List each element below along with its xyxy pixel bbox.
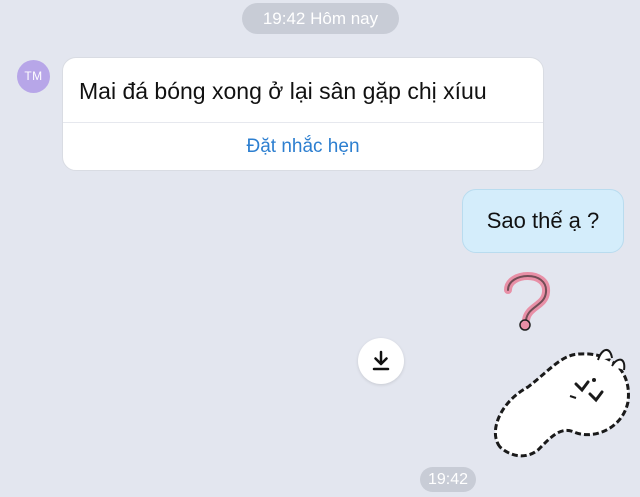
chat-view: 19:42 Hôm nay TM Mai đá bóng xong ở lại … bbox=[0, 0, 640, 497]
bunny-icon bbox=[493, 352, 630, 458]
sticker-image bbox=[493, 272, 630, 458]
message-timestamp: 19:42 bbox=[420, 467, 476, 492]
download-icon bbox=[372, 350, 390, 371]
outgoing-message[interactable]: Sao thế ạ ? bbox=[462, 189, 624, 253]
set-reminder-button[interactable]: Đặt nhắc hẹn bbox=[63, 123, 543, 170]
download-button[interactable] bbox=[358, 338, 404, 384]
avatar[interactable]: TM bbox=[17, 60, 50, 93]
question-mark-icon bbox=[504, 272, 550, 324]
incoming-message[interactable]: Mai đá bóng xong ở lại sân gặp chị xíuu … bbox=[62, 57, 544, 171]
question-bunny-sticker[interactable] bbox=[470, 262, 640, 462]
date-separator: 19:42 Hôm nay bbox=[242, 3, 399, 34]
incoming-message-text: Mai đá bóng xong ở lại sân gặp chị xíuu bbox=[79, 78, 487, 104]
